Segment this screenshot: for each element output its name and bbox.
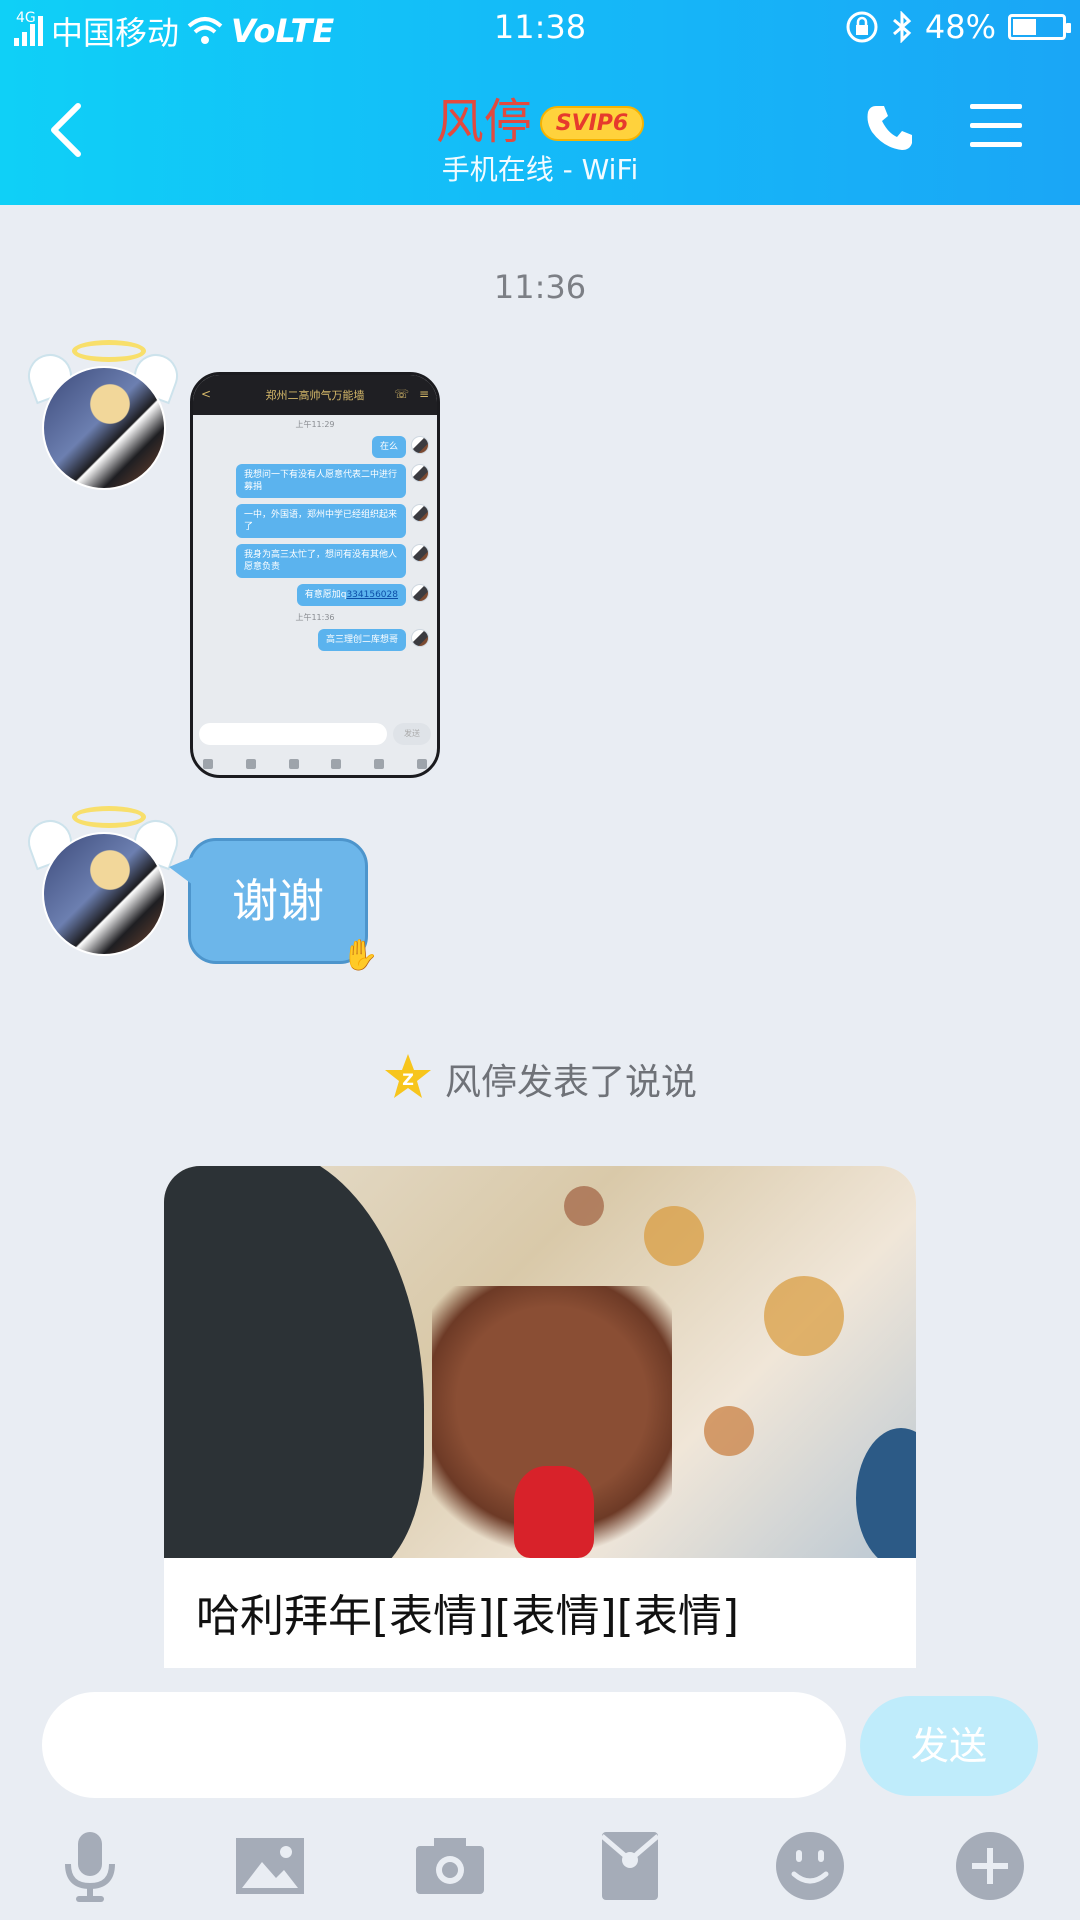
phone-call-button[interactable] xyxy=(864,102,916,154)
screenshot-message: 在么 xyxy=(371,436,406,458)
chat-timestamp: 11:36 xyxy=(493,268,587,306)
screenshot-header: < 郑州二高帅气万能墙 ☏ ≡ xyxy=(193,375,437,415)
screenshot-message: 我想问一下有没有人愿意代表二中进行募捐 xyxy=(236,464,406,498)
bluetooth-icon xyxy=(892,11,912,43)
top-header: 4G 中国移动 VoLTE 11:38 48% 风停 SVIP6 手机在线 - … xyxy=(0,0,1080,205)
status-bar: 4G 中国移动 VoLTE 11:38 48% xyxy=(0,0,1080,56)
red-packet-icon[interactable] xyxy=(590,1826,670,1906)
screenshot-time: 上午11:36 xyxy=(295,613,335,622)
contact-title[interactable]: 风停 SVIP6 xyxy=(0,82,1080,152)
microphone-icon[interactable] xyxy=(50,1826,130,1906)
post-card[interactable]: 哈利拜年[表情][表情][表情] xyxy=(164,1166,916,1668)
contact-avatar[interactable] xyxy=(21,806,185,956)
input-toolbar xyxy=(0,1820,1080,1910)
notice-text: 风停发表了说说 xyxy=(444,1062,697,1103)
screenshot-title: 郑州二高帅气万能墙 xyxy=(265,389,365,402)
post-photo xyxy=(164,1166,916,1558)
input-row: 发送 xyxy=(0,1690,1080,1800)
svg-text:Z: Z xyxy=(402,1070,414,1089)
contact-status: 手机在线 - WiFi xyxy=(441,153,639,186)
post-caption: 哈利拜年[表情][表情][表情] xyxy=(196,1591,739,1642)
message-bubble[interactable]: 谢谢 ✋ xyxy=(169,838,379,971)
menu-button[interactable] xyxy=(970,104,1022,152)
screenshot-link: 334156028 xyxy=(346,590,398,600)
waving-hand-icon: ✋ xyxy=(341,938,379,973)
battery-percent: 48% xyxy=(924,8,996,46)
contact-name: 风停 xyxy=(435,94,532,150)
plus-icon[interactable] xyxy=(950,1826,1030,1906)
contact-avatar[interactable] xyxy=(21,340,185,490)
qzone-star-icon: Z xyxy=(384,1054,431,1098)
screenshot-message: 高三理创二库想哥 xyxy=(317,629,406,651)
message-input[interactable] xyxy=(42,1692,846,1798)
post-notice[interactable]: Z 风停发表了说说 xyxy=(0,1052,1080,1105)
emoji-icon[interactable] xyxy=(770,1826,850,1906)
message-text: 谢谢 xyxy=(232,874,324,928)
image-icon[interactable] xyxy=(230,1826,310,1906)
camera-icon[interactable] xyxy=(410,1826,490,1906)
svip-badge: SVIP6 xyxy=(539,106,645,141)
screenshot-time: 上午11:29 xyxy=(295,420,335,429)
image-message[interactable]: < 郑州二高帅气万能墙 ☏ ≡ 上午11:29 在么 我想问一下有没有人愿意代表二… xyxy=(190,372,440,778)
screenshot-message: 我身为高三太忙了，想问有没有其他人愿意负责 xyxy=(236,544,406,578)
screenshot-message: 有意愿加q334156028 xyxy=(296,584,406,606)
send-button[interactable]: 发送 xyxy=(860,1696,1038,1796)
rotation-lock-icon xyxy=(846,11,878,43)
battery-icon xyxy=(1008,14,1071,40)
screenshot-message: 一中，外国语，郑州中学已经组织起来了 xyxy=(236,504,406,538)
screenshot-send: 发送 xyxy=(393,723,431,745)
